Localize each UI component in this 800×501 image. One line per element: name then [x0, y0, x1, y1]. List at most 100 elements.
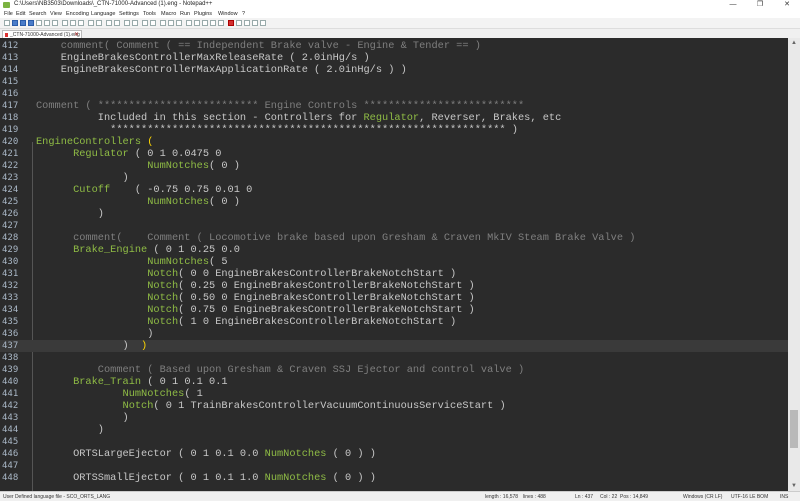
- save-icon[interactable]: [20, 20, 26, 26]
- paste-icon[interactable]: [78, 20, 84, 26]
- print-icon[interactable]: [52, 20, 58, 26]
- code-line[interactable]: 446 ORTSLargeEjector ( 0 1 0.1 0.0 NumNo…: [0, 448, 788, 460]
- menu-help[interactable]: ?: [242, 11, 245, 17]
- menu-view[interactable]: View: [50, 11, 62, 17]
- code-line[interactable]: 412 comment( Comment ( == Independent Br…: [0, 40, 788, 52]
- tab-close-icon[interactable]: ✕: [74, 31, 79, 38]
- stop-macro-icon[interactable]: [236, 20, 242, 26]
- code-line[interactable]: 420 EngineControllers (: [0, 136, 788, 148]
- close-window-button[interactable]: ✕: [774, 0, 800, 10]
- code-line[interactable]: 414 EngineBrakesControllerMaxApplication…: [0, 64, 788, 76]
- copy-icon[interactable]: [70, 20, 76, 26]
- code-line[interactable]: 419 ************************************…: [0, 124, 788, 136]
- undo-icon[interactable]: [88, 20, 94, 26]
- tab-document[interactable]: _CTN-71000-Advanced (1).eng ✕: [2, 30, 82, 38]
- word-wrap-icon[interactable]: [160, 20, 166, 26]
- folder-workspace-icon[interactable]: [210, 20, 216, 26]
- code-line[interactable]: 441 NumNotches( 1: [0, 388, 788, 400]
- show-all-chars-icon[interactable]: [168, 20, 174, 26]
- code-line[interactable]: 435 Notch( 1 0 EngineBrakesControllerBra…: [0, 316, 788, 328]
- status-insert-mode[interactable]: INS: [780, 494, 788, 500]
- menu-edit[interactable]: Edit: [16, 11, 25, 17]
- code-line[interactable]: 423 ): [0, 172, 788, 184]
- code-line[interactable]: 432 Notch( 0.25 0 EngineBrakesController…: [0, 280, 788, 292]
- replace-icon[interactable]: [114, 20, 120, 26]
- cut-icon[interactable]: [62, 20, 68, 26]
- code-line[interactable]: 413 EngineBrakesControllerMaxReleaseRate…: [0, 52, 788, 64]
- line-code: Notch( 0 1 TrainBrakesControllerVacuumCo…: [36, 400, 506, 412]
- scrollbar-thumb[interactable]: [790, 410, 798, 448]
- status-eol[interactable]: Windows (CR LF): [683, 494, 722, 500]
- doc-map-icon[interactable]: [194, 20, 200, 26]
- save-all-icon[interactable]: [28, 20, 34, 26]
- code-line[interactable]: 433 Notch( 0.50 0 EngineBrakesController…: [0, 292, 788, 304]
- code-line[interactable]: 425 NumNotches( 0 ): [0, 196, 788, 208]
- code-line[interactable]: 447: [0, 460, 788, 472]
- open-file-icon[interactable]: [12, 20, 18, 26]
- menu-window[interactable]: Window: [218, 11, 238, 17]
- indent-guide-icon[interactable]: [176, 20, 182, 26]
- code-line[interactable]: 445: [0, 436, 788, 448]
- close-file-icon[interactable]: [36, 20, 42, 26]
- code-line[interactable]: 434 Notch( 0.75 0 EngineBrakesController…: [0, 304, 788, 316]
- menu-plugins[interactable]: Plugins: [194, 11, 212, 17]
- code-token: Brake_Engine: [73, 244, 148, 256]
- scroll-up-icon[interactable]: ▲: [788, 38, 800, 48]
- monitoring-icon[interactable]: [218, 20, 224, 26]
- save-macro-icon[interactable]: [260, 20, 266, 26]
- find-icon[interactable]: [106, 20, 112, 26]
- code-line[interactable]: 439 Comment ( Based upon Gresham & Crave…: [0, 364, 788, 376]
- code-line[interactable]: 426 ): [0, 208, 788, 220]
- record-macro-icon[interactable]: [228, 20, 234, 26]
- code-line[interactable]: 440 Brake_Train ( 0 1 0.1 0.1: [0, 376, 788, 388]
- menu-language[interactable]: Language: [91, 11, 115, 17]
- line-number: 413: [2, 53, 19, 63]
- vertical-scrollbar[interactable]: ▲ ▼: [788, 38, 800, 491]
- function-list-icon[interactable]: [202, 20, 208, 26]
- code-line[interactable]: 428 comment( Comment ( Locomotive brake …: [0, 232, 788, 244]
- code-line[interactable]: 422 NumNotches( 0 ): [0, 160, 788, 172]
- redo-icon[interactable]: [96, 20, 102, 26]
- code-line[interactable]: 418 Included in this section - Controlle…: [0, 112, 788, 124]
- close-all-icon[interactable]: [44, 20, 50, 26]
- zoom-in-icon[interactable]: [124, 20, 130, 26]
- play-macro-icon[interactable]: [244, 20, 250, 26]
- code-line[interactable]: 444 ): [0, 424, 788, 436]
- code-line[interactable]: 424 Cutoff ( -0.75 0.75 0.01 0: [0, 184, 788, 196]
- code-line[interactable]: 442 Notch( 0 1 TrainBrakesControllerVacu…: [0, 400, 788, 412]
- code-line[interactable]: 448 ORTSSmallEjector ( 0 1 0.1 1.0 NumNo…: [0, 472, 788, 484]
- udl-icon[interactable]: [186, 20, 192, 26]
- new-file-icon[interactable]: [4, 20, 10, 26]
- code-line[interactable]: 427: [0, 220, 788, 232]
- zoom-out-icon[interactable]: [132, 20, 138, 26]
- scroll-down-icon[interactable]: ▼: [788, 481, 800, 491]
- code-line[interactable]: 416: [0, 88, 788, 100]
- code-line[interactable]: 436 ): [0, 328, 788, 340]
- code-line[interactable]: 431 Notch( 0 0 EngineBrakesControllerBra…: [0, 268, 788, 280]
- sync-horizontal-icon[interactable]: [150, 20, 156, 26]
- code-line[interactable]: 443 ): [0, 412, 788, 424]
- code-line[interactable]: 430 NumNotches( 5: [0, 256, 788, 268]
- line-number: 448: [2, 473, 19, 483]
- code-line[interactable]: 437 ) ): [0, 340, 788, 352]
- code-line[interactable]: 417 Comment ( ************************** …: [0, 100, 788, 112]
- menu-search[interactable]: Search: [29, 11, 46, 17]
- restore-button[interactable]: ❐: [747, 0, 773, 10]
- status-encoding[interactable]: UTF-16 LE BOM: [731, 494, 768, 500]
- code-line[interactable]: 421 Regulator ( 0 1 0.0475 0: [0, 148, 788, 160]
- sync-vertical-icon[interactable]: [142, 20, 148, 26]
- minimize-button[interactable]: —: [720, 0, 746, 10]
- menu-macro[interactable]: Macro: [161, 11, 176, 17]
- menu-file[interactable]: File: [4, 11, 13, 17]
- run-macro-multiple-icon[interactable]: [252, 20, 258, 26]
- menu-run[interactable]: Run: [180, 11, 190, 17]
- menu-encoding[interactable]: Encoding: [66, 11, 89, 17]
- code-line[interactable]: 415: [0, 76, 788, 88]
- code-line[interactable]: 438: [0, 352, 788, 364]
- code-editor[interactable]: 412 comment( Comment ( == Independent Br…: [0, 38, 788, 491]
- code-line[interactable]: 429 Brake_Engine ( 0 1 0.25 0.0: [0, 244, 788, 256]
- menu-tools[interactable]: Tools: [143, 11, 156, 17]
- menu-settings[interactable]: Settings: [119, 11, 139, 17]
